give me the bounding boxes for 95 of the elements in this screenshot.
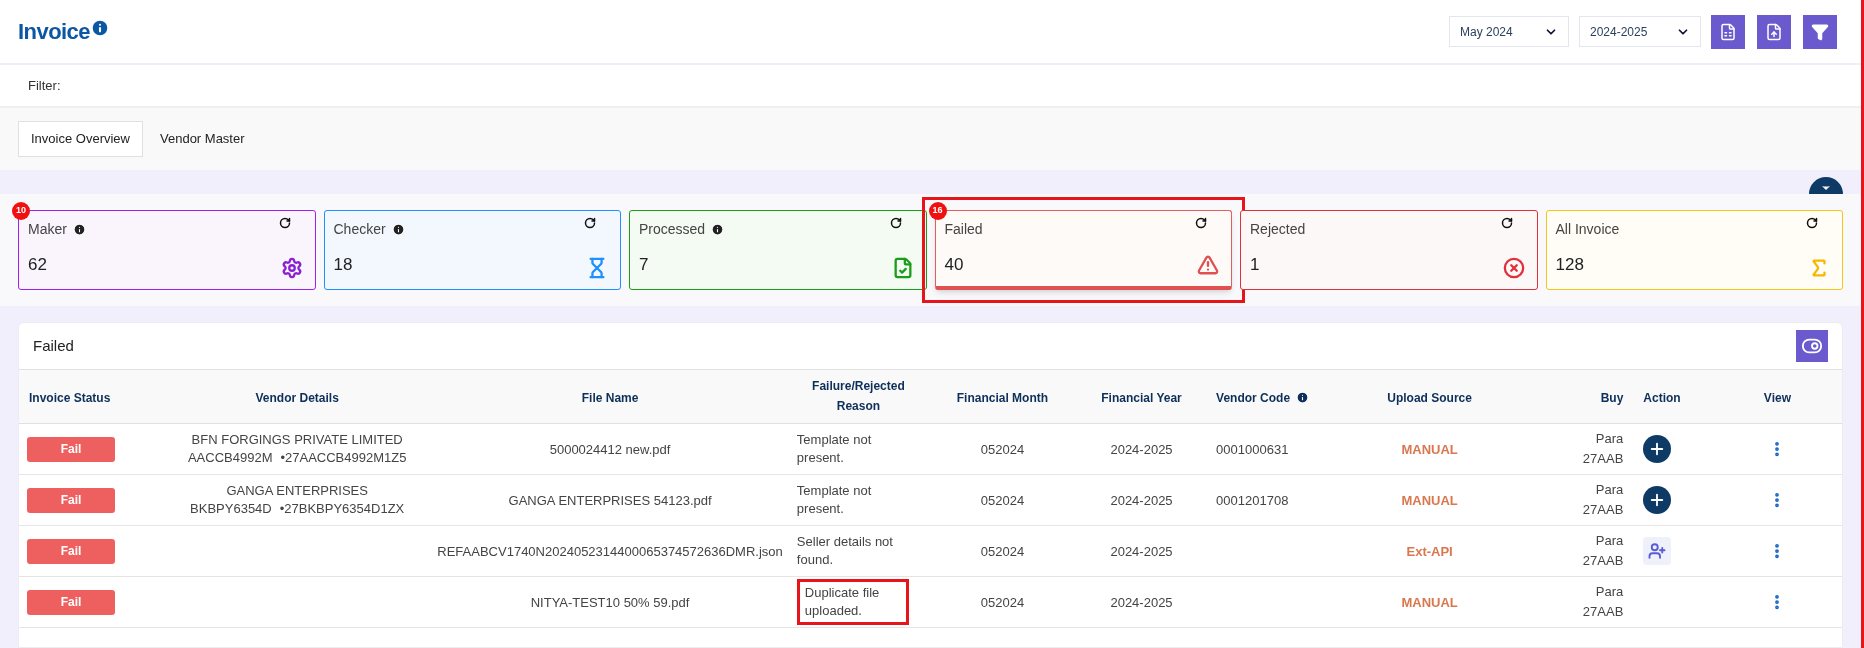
file-name: 5000024412 new.pdf <box>549 442 671 457</box>
vendor-gstin: •27AACCB4992M1Z5 <box>280 449 407 467</box>
info-icon[interactable] <box>89 17 110 38</box>
card-count: 7 <box>639 254 649 276</box>
failure-reason: Template not present. <box>796 482 873 518</box>
collapse-toggle[interactable] <box>1809 177 1843 194</box>
status-card[interactable]: Processed 7 <box>629 210 927 290</box>
tab[interactable]: Vendor Master <box>147 121 258 157</box>
column-header: Invoice Status <box>29 389 111 407</box>
excel-export-button[interactable] <box>1711 14 1745 49</box>
column-header: Vendor Details <box>255 389 339 407</box>
vendor-code: 0001000631 <box>1216 442 1289 457</box>
card-count: 62 <box>28 254 47 276</box>
card-label: Rejected <box>1250 220 1306 239</box>
refresh-icon[interactable] <box>584 217 596 229</box>
upload-source: MANUAL <box>1401 493 1458 508</box>
tab[interactable]: Invoice Overview <box>18 121 143 157</box>
gear-icon <box>280 257 303 279</box>
card-label: Processed <box>639 220 706 239</box>
vendor-name: GANGA ENTERPRISES <box>226 482 368 500</box>
card-label: Maker <box>28 220 67 239</box>
toggle-columns-button[interactable] <box>1796 330 1828 362</box>
add-user-icon <box>1648 542 1667 560</box>
error-icon <box>1502 257 1525 279</box>
month-select[interactable]: May 2024 <box>1449 16 1569 47</box>
vendor-gstin: •27BKBPY6354D1ZX <box>279 500 405 518</box>
year-select[interactable]: 2024-2025 <box>1579 16 1701 47</box>
card-count: 40 <box>944 254 964 276</box>
file-name: NITYA-TEST10 50% 59.pdf <box>530 595 690 610</box>
status-card[interactable]: Rejected 1 <box>1240 210 1538 290</box>
buyer-detail: 27AAB <box>1582 450 1624 468</box>
column-header: File Name <box>581 389 639 407</box>
buyer-detail: 27AAB <box>1582 552 1624 570</box>
count-badge: 10 <box>12 202 30 220</box>
warning-icon <box>1197 254 1219 276</box>
buyer-detail: Para <box>1595 430 1624 448</box>
filter-icon <box>1811 22 1829 41</box>
column-header: Failure/Rejected Reason <box>811 378 906 415</box>
financial-year: 2024-2025 <box>1110 442 1173 457</box>
card-count: 18 <box>333 254 353 276</box>
upload-source: MANUAL <box>1401 595 1458 610</box>
column-header: Action <box>1643 389 1681 407</box>
add-button[interactable] <box>1643 486 1672 514</box>
file-name: REFAABCV1740N2024052314400065374572636DMR.json <box>437 544 783 559</box>
buyer-detail: 27AAB <box>1582 603 1624 621</box>
page-title: Invoice <box>18 18 90 46</box>
info-icon <box>1296 390 1310 404</box>
upload-source: MANUAL <box>1401 442 1458 457</box>
status-card[interactable]: Checker 18 <box>323 210 621 290</box>
spreadsheet-file-icon <box>1719 22 1737 41</box>
buyer-detail: Para <box>1595 583 1624 601</box>
vendor-name: BFN FORGINGS PRIVATE LIMITED <box>191 431 403 449</box>
upload-source: Ext-API <box>1406 544 1453 559</box>
highlighted-failure-reason: Duplicate file uploaded. <box>796 579 909 625</box>
file-name: GANGA ENTERPRISES 54123.pdf <box>508 493 712 508</box>
financial-year: 2024-2025 <box>1110 595 1173 610</box>
failure-reason: Template not present. <box>796 431 873 467</box>
status-card[interactable]: All Invoice 128 <box>1545 210 1843 290</box>
refresh-icon[interactable] <box>278 217 291 229</box>
column-header: Buy <box>1600 389 1624 407</box>
refresh-icon[interactable] <box>1500 217 1513 229</box>
column-header: Upload Source <box>1387 389 1472 407</box>
table-title: Failed <box>33 335 74 356</box>
financial-month: 052024 <box>980 544 1025 559</box>
financial-year: 2024-2025 <box>1110 493 1173 508</box>
buyer-detail: Para <box>1595 532 1624 550</box>
financial-month: 052024 <box>980 595 1025 610</box>
card-label: Checker <box>333 220 386 239</box>
refresh-icon[interactable] <box>889 217 902 229</box>
vendor-code: 0001201708 <box>1216 493 1289 508</box>
column-header: Financial Year <box>1101 389 1182 407</box>
filter-label: Filter: <box>28 76 61 95</box>
column-header: View <box>1763 389 1791 407</box>
failure-reason: Seller details not found. <box>796 533 894 569</box>
financial-month: 052024 <box>980 493 1025 508</box>
buyer-detail: Para <box>1595 481 1624 499</box>
refresh-icon[interactable] <box>1195 217 1207 229</box>
column-header: Financial Month <box>956 389 1049 407</box>
financial-year: 2024-2025 <box>1110 544 1173 559</box>
financial-month: 052024 <box>980 442 1025 457</box>
count-badge: 16 <box>928 202 947 220</box>
card-count: 128 <box>1555 254 1584 276</box>
add-button[interactable] <box>1643 435 1672 463</box>
add-user-button[interactable] <box>1643 537 1672 565</box>
vendor-pan: BKBPY6354D <box>190 500 272 518</box>
file-upload-icon <box>1765 22 1783 41</box>
upload-button[interactable] <box>1757 14 1791 49</box>
vendor-pan: AACCB4992M <box>187 449 273 467</box>
card-label: All Invoice <box>1555 220 1620 239</box>
card-label: Failed <box>944 220 983 239</box>
column-header: Vendor Code <box>1216 389 1291 407</box>
refresh-icon[interactable] <box>1806 217 1818 229</box>
buyer-detail: 27AAB <box>1582 501 1624 519</box>
card-count: 1 <box>1250 254 1260 276</box>
filter-button[interactable] <box>1803 14 1837 49</box>
